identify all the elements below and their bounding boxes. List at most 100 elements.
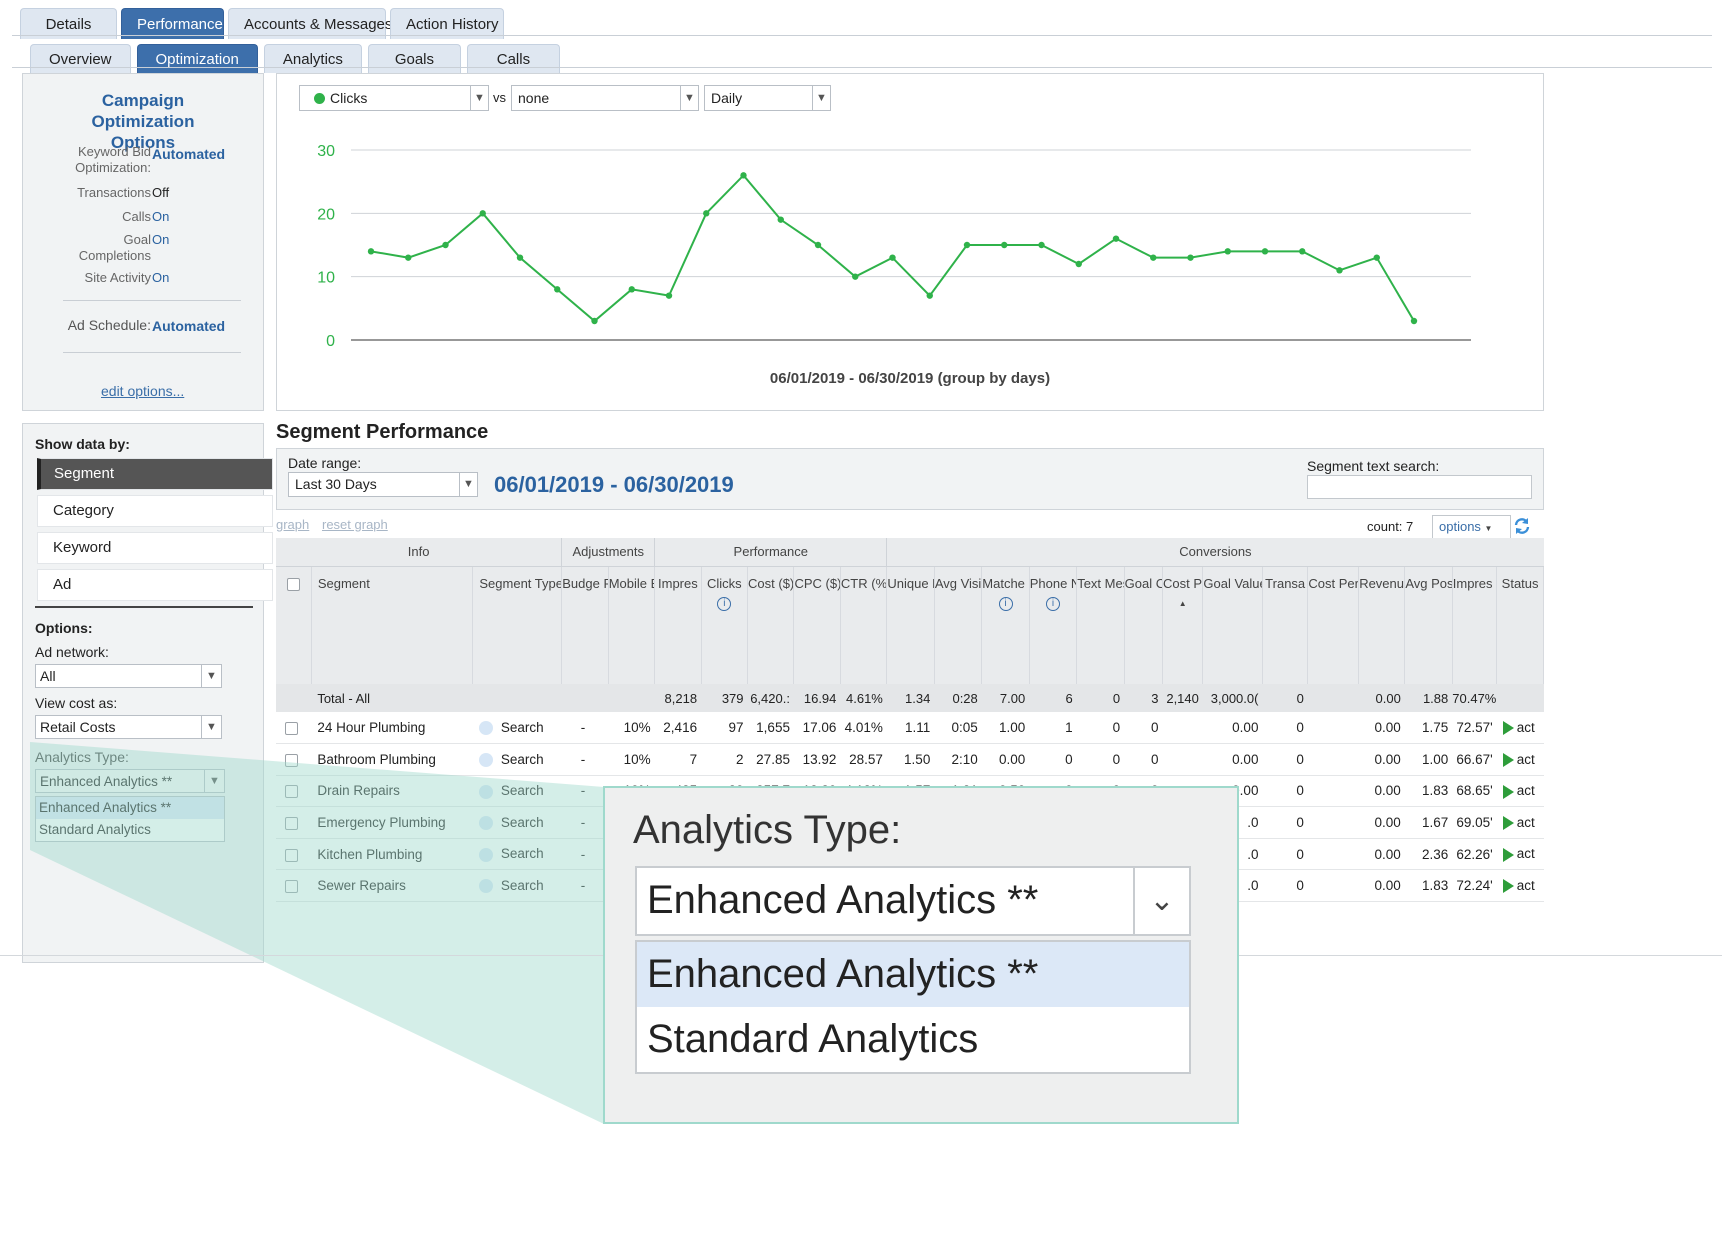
options-button[interactable]: options ▼ — [1432, 515, 1511, 539]
select-all-checkbox-cell[interactable] — [276, 566, 312, 684]
column-header[interactable]: Transa — [1262, 566, 1309, 684]
column-header[interactable]: Goal Value — [1202, 566, 1263, 684]
graph-link[interactable]: graph — [276, 517, 309, 532]
data-point[interactable] — [1336, 267, 1343, 274]
show-data-category[interactable]: Category — [37, 495, 273, 527]
play-status-icon[interactable] — [1502, 721, 1514, 736]
data-point[interactable] — [814, 241, 822, 249]
data-point[interactable] — [889, 254, 896, 261]
play-status-icon[interactable] — [1502, 816, 1514, 831]
zoom-option-enhanced[interactable]: Enhanced Analytics ** — [637, 942, 1189, 1007]
tab-calls[interactable]: Calls — [466, 44, 560, 73]
column-header[interactable]: Avg Positio — [1404, 566, 1453, 684]
column-header[interactable]: Clicks i — [701, 566, 749, 684]
tab-overview[interactable]: Overview — [30, 44, 131, 73]
row-checkbox[interactable] — [285, 785, 299, 799]
data-point[interactable] — [1112, 235, 1120, 242]
tab-optimization[interactable]: Optimization — [136, 44, 258, 73]
row-checkbox[interactable] — [285, 848, 299, 862]
data-point[interactable] — [1038, 241, 1045, 249]
data-point[interactable] — [1261, 248, 1269, 255]
zoom-analytics-type-select[interactable]: Enhanced Analytics ** ⌄ — [635, 866, 1191, 936]
column-header[interactable]: Revenu — [1358, 566, 1406, 684]
column-header[interactable]: Cost ($) — [747, 566, 795, 684]
reset-graph-link[interactable]: reset graph — [322, 517, 388, 532]
column-header[interactable]: Impres — [654, 566, 702, 684]
data-point[interactable] — [516, 254, 524, 261]
column-header[interactable]: Budge Prefere — [561, 566, 609, 684]
data-point[interactable] — [628, 286, 635, 293]
data-point[interactable] — [1373, 254, 1380, 261]
column-header[interactable]: Cost Per Goal Comp ($) ▲ — [1162, 566, 1204, 684]
data-point[interactable] — [1410, 317, 1418, 325]
show-data-ad[interactable]: Ad — [37, 569, 273, 601]
data-point[interactable] — [1150, 254, 1157, 261]
tab-goals[interactable]: Goals — [367, 44, 461, 73]
play-status-icon[interactable] — [1502, 879, 1514, 894]
column-header[interactable]: Goal Compl — [1124, 566, 1164, 684]
row-checkbox-cell[interactable] — [276, 869, 312, 903]
data-point[interactable] — [405, 254, 412, 261]
row-checkbox-cell[interactable] — [276, 712, 312, 745]
data-point[interactable] — [1075, 260, 1082, 268]
column-header[interactable]: Avg Visit Duratic — [934, 566, 983, 684]
column-header[interactable]: Phone Numbe Clicks i — [1029, 566, 1078, 684]
view-cost-select[interactable]: Retail Costs ▼ — [35, 715, 222, 739]
data-point[interactable] — [665, 292, 673, 299]
data-point[interactable] — [554, 286, 561, 293]
data-point[interactable] — [963, 241, 971, 249]
column-header[interactable]: Mobile Bid Adjust — [608, 566, 656, 684]
column-header[interactable]: CPC ($) — [793, 566, 841, 684]
data-point[interactable] — [1001, 241, 1008, 249]
play-status-icon[interactable] — [1502, 753, 1514, 768]
data-point[interactable] — [926, 292, 933, 299]
info-icon[interactable]: i — [1045, 596, 1060, 611]
data-point[interactable] — [591, 317, 598, 325]
column-header[interactable]: Impres Share (%) — [1452, 566, 1498, 684]
analytics-option-standard[interactable]: Standard Analytics — [36, 819, 224, 841]
row-checkbox[interactable] — [285, 817, 299, 831]
data-point[interactable] — [703, 210, 710, 217]
info-icon[interactable]: i — [717, 596, 732, 611]
select-all-checkbox[interactable] — [286, 577, 300, 591]
sort-asc-icon[interactable]: ▲ — [1179, 599, 1187, 608]
analytics-option-enhanced[interactable]: Enhanced Analytics ** — [36, 797, 224, 819]
row-checkbox[interactable] — [285, 721, 299, 735]
ad-network-select[interactable]: All ▼ — [35, 664, 222, 688]
tab-analytics[interactable]: Analytics — [263, 44, 362, 73]
show-data-keyword[interactable]: Keyword — [37, 532, 273, 564]
refresh-icon[interactable] — [1513, 517, 1531, 535]
table-row[interactable]: 24 Hour Plumbing Search -10% 2,416 97 1,655 17… — [276, 712, 1544, 745]
data-point[interactable] — [442, 241, 449, 249]
column-header[interactable]: Segment Type — [472, 566, 563, 684]
data-point[interactable] — [852, 273, 859, 280]
row-checkbox-cell[interactable] — [276, 838, 312, 871]
play-status-icon[interactable] — [1502, 847, 1514, 862]
data-point[interactable] — [479, 210, 486, 217]
column-header[interactable]: CTR (%) — [840, 566, 888, 684]
data-point[interactable] — [777, 216, 784, 223]
show-data-segment[interactable]: Segment — [37, 458, 273, 490]
data-point[interactable] — [1299, 248, 1306, 255]
data-point[interactable] — [367, 248, 375, 255]
data-point[interactable] — [1224, 248, 1231, 255]
column-header[interactable]: Unique Page Visits — [886, 566, 935, 684]
zoom-option-standard[interactable]: Standard Analytics — [637, 1007, 1189, 1072]
column-header[interactable]: Cost Per Transa ($) — [1307, 566, 1359, 684]
data-point[interactable] — [1187, 254, 1194, 261]
row-checkbox[interactable] — [285, 880, 299, 894]
data-point[interactable] — [740, 172, 747, 179]
segment-search-input[interactable] — [1307, 475, 1532, 499]
play-status-icon[interactable] — [1502, 784, 1514, 799]
column-header[interactable]: Text Messa Clicks — [1076, 566, 1125, 684]
column-header[interactable]: Segment — [311, 566, 474, 684]
column-header[interactable]: Status — [1496, 566, 1544, 684]
row-checkbox[interactable] — [285, 753, 299, 767]
row-checkbox-cell[interactable] — [276, 775, 312, 808]
date-range-select[interactable]: Last 30 Days ▼ — [288, 472, 478, 497]
row-checkbox-cell[interactable] — [276, 743, 312, 776]
analytics-type-select[interactable]: Enhanced Analytics ** ▼ — [35, 769, 225, 793]
edit-options-link[interactable]: edit options... — [101, 383, 184, 399]
table-row[interactable]: Bathroom Plumbing Search - 10% 7 2 27.85 13.92 2… — [276, 743, 1544, 776]
row-checkbox-cell[interactable] — [276, 806, 312, 839]
